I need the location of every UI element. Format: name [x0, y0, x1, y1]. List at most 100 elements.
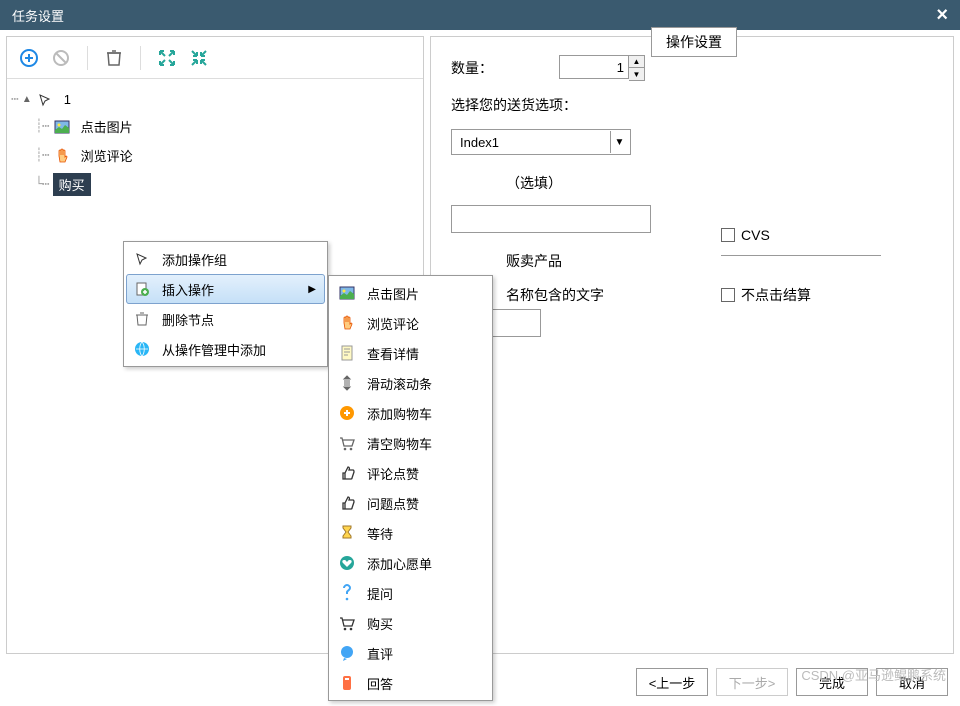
chevron-down-icon: ▼	[610, 131, 628, 153]
sell-product-label: 贩卖产品	[506, 247, 933, 275]
submenu-scroll[interactable]: 滑动滚动条	[331, 368, 490, 398]
submenu: 点击图片 浏览评论 查看详情 滑动滚动条 添加购物车 清空购物车 评论点赞 问题…	[328, 275, 493, 701]
close-icon[interactable]: ×	[936, 4, 948, 27]
finish-button[interactable]: 完成	[796, 668, 868, 696]
left-panel: ⋯ ▲ 1 ┊⋯ 点击图片 ┊⋯ 浏览评论 └⋯ 购买	[6, 36, 424, 654]
hourglass-icon	[337, 523, 357, 543]
delivery-select[interactable]: Index1 ▼	[451, 129, 631, 155]
submenu-buy[interactable]: 购买	[331, 608, 490, 638]
tree-view: ⋯ ▲ 1 ┊⋯ 点击图片 ┊⋯ 浏览评论 └⋯ 购买	[7, 79, 423, 207]
photo-icon	[53, 118, 71, 136]
submenu-review-like[interactable]: 评论点赞	[331, 458, 490, 488]
tree-item-label-selected: 购买	[53, 173, 91, 196]
collapse-button[interactable]	[185, 44, 213, 72]
no-checkout-label: 不点击结算	[741, 285, 811, 305]
menu-label: 浏览评论	[367, 314, 419, 333]
context-menu: 添加操作组 插入操作 ▶ 删除节点 从操作管理中添加	[123, 241, 328, 367]
trash-button[interactable]	[100, 44, 128, 72]
menu-add-group[interactable]: 添加操作组	[126, 244, 325, 274]
footer-buttons: <上一步 下一步> 完成 取消	[636, 668, 948, 696]
chat-icon	[337, 643, 357, 663]
menu-label: 从操作管理中添加	[162, 340, 266, 359]
qty-spinner[interactable]: ▲▼	[629, 55, 645, 81]
expand-button[interactable]	[153, 44, 181, 72]
prev-button[interactable]: <上一步	[636, 668, 708, 696]
toolbar	[7, 37, 423, 79]
tree-item[interactable]: ┊⋯ 浏览评论	[11, 141, 419, 170]
spinner-down-icon[interactable]: ▼	[629, 68, 644, 80]
menu-label: 查看详情	[367, 344, 419, 363]
menu-label: 回答	[367, 674, 393, 693]
menu-delete-node[interactable]: 删除节点	[126, 304, 325, 334]
menu-label: 点击图片	[367, 284, 419, 303]
menu-label: 添加操作组	[162, 250, 227, 269]
tree-item[interactable]: ┊⋯ 点击图片	[11, 112, 419, 141]
question-icon	[337, 583, 357, 603]
window-title: 任务设置	[12, 6, 64, 25]
submenu-browse-review[interactable]: 浏览评论	[331, 308, 490, 338]
cancel-button[interactable]: 取消	[876, 668, 948, 696]
thumb-icon	[337, 493, 357, 513]
submenu-clear-cart[interactable]: 清空购物车	[331, 428, 490, 458]
menu-insert-action[interactable]: 插入操作 ▶	[126, 274, 325, 304]
cursor-icon	[36, 91, 54, 109]
cart-icon	[337, 613, 357, 633]
menu-label: 插入操作	[162, 280, 214, 299]
menu-label: 提问	[367, 584, 393, 603]
submenu-question-like[interactable]: 问题点赞	[331, 488, 490, 518]
doc-icon	[337, 343, 357, 363]
menu-label: 等待	[367, 524, 393, 543]
thumb-icon	[337, 463, 357, 483]
no-checkout-checkbox[interactable]	[721, 288, 735, 302]
submenu-answer[interactable]: 回答	[331, 668, 490, 698]
scroll-icon	[337, 373, 357, 393]
text-input-1[interactable]	[451, 205, 651, 233]
submenu-arrow-icon: ▶	[308, 284, 316, 295]
submenu-add-cart[interactable]: 添加购物车	[331, 398, 490, 428]
tree-root-label: 1	[58, 90, 77, 109]
menu-label: 滑动滚动条	[367, 374, 432, 393]
heart-icon	[337, 553, 357, 573]
qty-label: 数量：	[451, 58, 521, 78]
tree-item-label: 浏览评论	[75, 144, 139, 167]
right-panel: 操作设置 数量： ▲▼ 选择您的送货选项： Index1 ▼ （选填） CVS	[430, 36, 954, 654]
submenu-ask[interactable]: 提问	[331, 578, 490, 608]
add-button[interactable]	[15, 44, 43, 72]
spinner-up-icon[interactable]: ▲	[629, 56, 644, 68]
submenu-wishlist[interactable]: 添加心愿单	[331, 548, 490, 578]
name-contains-label: 名称包含的文字	[506, 281, 933, 309]
plus-doc-icon	[132, 279, 152, 299]
menu-label: 添加购物车	[367, 404, 432, 423]
delivery-label: 选择您的送货选项：	[451, 95, 601, 115]
globe-icon	[132, 339, 152, 359]
asin-label-partial: （选填）	[506, 169, 933, 197]
cursor-icon	[132, 249, 152, 269]
submenu-click-image[interactable]: 点击图片	[331, 278, 490, 308]
disable-button[interactable]	[47, 44, 75, 72]
tree-item[interactable]: └⋯ 购买	[11, 170, 419, 199]
menu-label: 购买	[367, 614, 393, 633]
submenu-wait[interactable]: 等待	[331, 518, 490, 548]
answer-icon	[337, 673, 357, 693]
menu-label: 删除节点	[162, 310, 214, 329]
title-bar: 任务设置 ×	[0, 0, 960, 30]
tree-root[interactable]: ⋯ ▲ 1	[11, 87, 419, 112]
menu-add-from-mgr[interactable]: 从操作管理中添加	[126, 334, 325, 364]
qty-input[interactable]	[559, 55, 629, 79]
tree-item-label: 点击图片	[75, 115, 139, 138]
hand-icon	[53, 147, 71, 165]
hand-icon	[337, 313, 357, 333]
trash-icon	[132, 309, 152, 329]
cvs-label: CVS	[741, 227, 770, 243]
cvs-checkbox[interactable]	[721, 228, 735, 242]
menu-label: 直评	[367, 644, 393, 663]
cart-clear-icon	[337, 433, 357, 453]
menu-label: 清空购物车	[367, 434, 432, 453]
select-value: Index1	[460, 135, 499, 150]
next-button[interactable]: 下一步>	[716, 668, 788, 696]
panel-legend: 操作设置	[651, 27, 737, 57]
menu-label: 评论点赞	[367, 464, 419, 483]
submenu-view-detail[interactable]: 查看详情	[331, 338, 490, 368]
cart-add-icon	[337, 403, 357, 423]
submenu-direct-review[interactable]: 直评	[331, 638, 490, 668]
